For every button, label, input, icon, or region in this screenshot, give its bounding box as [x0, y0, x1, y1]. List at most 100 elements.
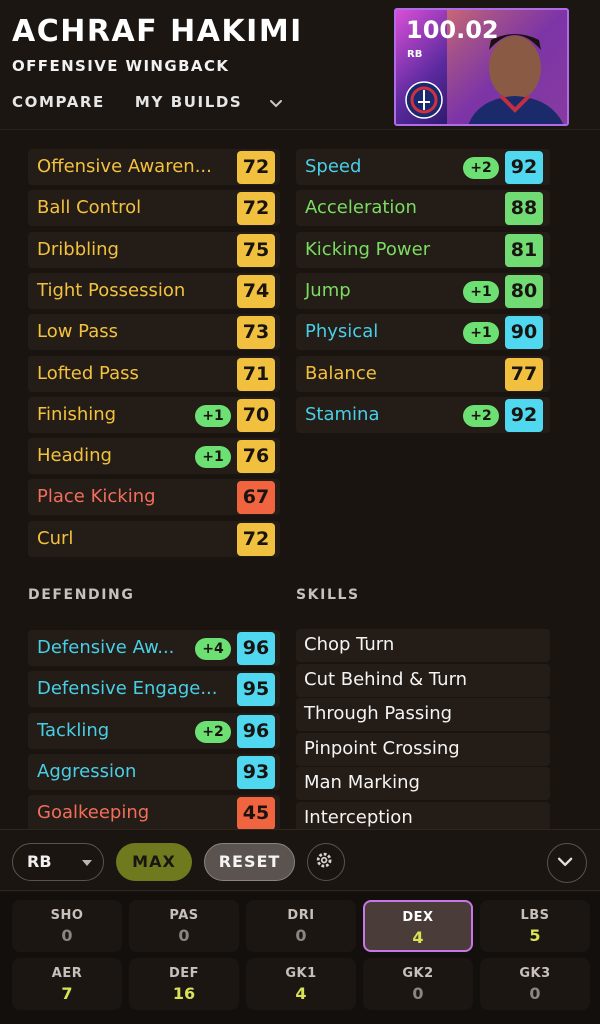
stat-value: 72 — [237, 522, 275, 556]
points-dex[interactable]: DEX 4 — [363, 900, 473, 952]
points-aer[interactable]: AER 7 — [12, 958, 122, 1010]
stat-row-jump: Jump +1 80 — [296, 272, 550, 309]
points-gk3[interactable]: GK3 0 — [480, 958, 590, 1010]
psg-badge-icon — [405, 81, 443, 119]
stat-row-speed: Speed +2 92 — [296, 149, 550, 185]
stat-row-tackling: Tackling +2 96 — [28, 712, 280, 749]
stat-value: 90 — [505, 316, 543, 350]
skill-row-chop-turn: Chop Turn — [296, 629, 550, 662]
points-lbs[interactable]: LBS 5 — [480, 900, 590, 952]
points-value: 4 — [295, 984, 307, 1003]
stat-value: 96 — [237, 714, 275, 748]
stat-label: Acceleration — [305, 197, 417, 219]
points-value: 16 — [172, 984, 196, 1003]
build-toolbar: RB MAX RESET — [0, 829, 600, 891]
stat-label: Speed — [305, 156, 362, 177]
boost-badge: +2 — [463, 157, 499, 179]
stat-row-curl: Curl 72 — [28, 520, 280, 557]
stat-value: 70 — [237, 398, 275, 432]
points-category-label: DEF — [168, 966, 200, 981]
boost-badge: +2 — [195, 720, 231, 743]
stat-label: Defensive Engage... — [37, 678, 218, 700]
stat-value: 92 — [505, 151, 543, 184]
stat-label: Aggression — [37, 760, 137, 782]
stat-label: Jump — [305, 279, 351, 301]
stat-value: 74 — [237, 274, 275, 308]
stat-label: Physical — [305, 321, 379, 343]
points-value: 0 — [61, 926, 73, 945]
boost-badge: +4 — [195, 638, 231, 660]
stat-value: 88 — [505, 192, 543, 226]
stat-value: 75 — [237, 233, 275, 267]
stat-row-balance: Balance 77 — [296, 355, 550, 392]
card-position: RB — [407, 49, 423, 60]
points-dri[interactable]: DRI 0 — [246, 900, 356, 952]
points-category-label: LBS — [520, 908, 550, 923]
stat-row-ball-control: Ball Control 72 — [28, 190, 280, 227]
boost-badge: +1 — [463, 322, 499, 345]
reset-button[interactable]: RESET — [204, 843, 295, 881]
boost-badge: +2 — [463, 404, 499, 427]
points-pas[interactable]: PAS 0 — [129, 900, 239, 952]
expand-button[interactable] — [547, 843, 587, 883]
points-value: 7 — [61, 984, 73, 1003]
stat-label: Balance — [305, 362, 377, 384]
my-builds-link[interactable]: MY BUILDS — [135, 93, 242, 111]
stat-row-aggression: Aggression 93 — [28, 753, 280, 790]
chevron-down-icon[interactable] — [268, 98, 284, 110]
max-button[interactable]: MAX — [116, 843, 192, 881]
card-rating: 100.02 — [406, 16, 499, 44]
stat-value: 93 — [237, 755, 275, 789]
defending-title: DEFENDING — [28, 587, 135, 603]
stat-label: Place Kicking — [37, 486, 156, 508]
header-nav: COMPARE MY BUILDS — [12, 93, 242, 111]
stat-row-dribbling: Dribbling 75 — [28, 231, 280, 268]
stat-label: Lofted Pass — [37, 362, 139, 384]
playstyle-label: OFFENSIVE WINGBACK — [12, 57, 230, 75]
player-card[interactable]: 100.02 RB — [394, 8, 569, 126]
points-value: 0 — [529, 984, 541, 1003]
stat-value: 77 — [505, 357, 543, 391]
points-sho[interactable]: SHO 0 — [12, 900, 122, 952]
settings-button[interactable] — [307, 843, 345, 881]
skill-row-pinpoint-crossing: Pinpoint Crossing — [296, 732, 550, 766]
stat-value: 76 — [237, 440, 275, 474]
skill-row-through-passing: Through Passing — [296, 698, 550, 732]
skills-title: SKILLS — [296, 587, 360, 603]
header: ACHRAF HAKIMI OFFENSIVE WINGBACK COMPARE… — [0, 0, 600, 130]
stat-value: 92 — [505, 398, 543, 432]
stat-label: Curl — [37, 527, 74, 549]
stat-row-physical: Physical +1 90 — [296, 314, 550, 351]
skill-label: Cut Behind & Turn — [304, 668, 468, 690]
stat-label: Offensive Awaren... — [37, 156, 212, 177]
points-category-label: DEX — [402, 910, 434, 925]
skill-row-cut-behind-turn: Cut Behind & Turn — [296, 663, 550, 697]
skill-label: Through Passing — [304, 703, 453, 725]
skill-label: Pinpoint Crossing — [304, 737, 460, 759]
skill-row-man-marking: Man Marking — [296, 767, 550, 801]
points-gk2[interactable]: GK2 0 — [363, 958, 473, 1010]
points-value: 5 — [529, 926, 541, 945]
stat-label: Tackling — [37, 719, 110, 741]
stat-row-heading: Heading +1 76 — [28, 438, 280, 475]
chevron-down-icon — [557, 857, 573, 867]
boost-badge: +1 — [463, 280, 499, 303]
points-category-label: SHO — [50, 908, 84, 923]
stat-label: Kicking Power — [305, 238, 431, 260]
stat-value: 71 — [237, 357, 275, 391]
stat-label: Stamina — [305, 403, 380, 425]
points-value: 4 — [412, 928, 424, 947]
stat-label: Goalkeeping — [37, 802, 150, 824]
points-category-label: PAS — [169, 908, 199, 923]
position-select[interactable]: RB — [12, 843, 104, 881]
stat-value: 67 — [237, 481, 275, 515]
stat-row-goalkeeping: Goalkeeping 45 — [28, 795, 280, 832]
player-name: ACHRAF HAKIMI — [12, 14, 303, 49]
points-gk1[interactable]: GK1 4 — [246, 958, 356, 1010]
skill-label: Interception — [304, 807, 413, 828]
compare-link[interactable]: COMPARE — [12, 93, 105, 111]
stat-value: 73 — [237, 316, 275, 350]
stat-label: Finishing — [37, 403, 117, 425]
stat-row-acceleration: Acceleration 88 — [296, 190, 550, 227]
points-def[interactable]: DEF 16 — [129, 958, 239, 1010]
